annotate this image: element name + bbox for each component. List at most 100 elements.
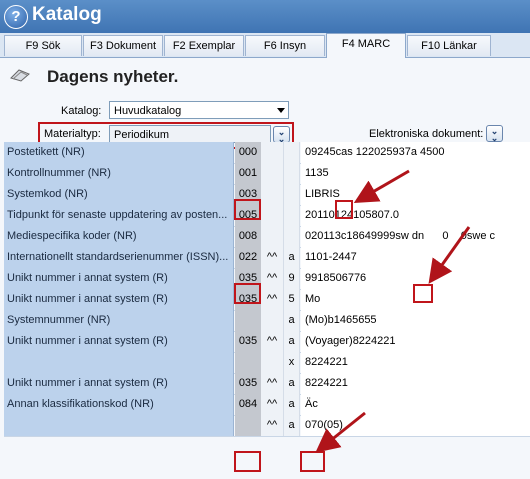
field-value-pre: 09245 — [305, 146, 336, 158]
field-indicator[interactable] — [261, 205, 284, 226]
field-tag[interactable]: 022 — [235, 247, 261, 268]
elektroniska-dropdown-button[interactable]: ⌄ ⌄ — [486, 125, 503, 143]
field-value-pre: 8224221 — [305, 377, 348, 389]
tag-084-highlight — [234, 451, 261, 472]
table-row[interactable]: Internationellt standardserienummer (ISS… — [4, 247, 530, 269]
field-value[interactable]: 8224221 — [301, 373, 530, 394]
field-indicator[interactable]: ^^ — [261, 394, 284, 415]
field-tag[interactable]: 008 — [235, 226, 261, 247]
table-row[interactable]: Unikt nummer i annat system (R) 035 ^^ a (Vo… — [4, 331, 530, 353]
field-subfield-code[interactable]: 9 — [284, 268, 300, 289]
field-subfield-code[interactable]: a — [284, 310, 300, 331]
table-row[interactable]: Annan klassifikationskod (NR) 084 ^^ a Äc — [4, 394, 530, 416]
field-value[interactable]: (Voyager)8224221 — [301, 331, 530, 352]
field-value-pre: (Mo)b1465655 — [305, 314, 377, 326]
materialtyp-dropdown-button[interactable]: ⌄ ⌄ — [273, 126, 290, 144]
field-name: Unikt nummer i annat system (R) — [4, 331, 234, 352]
field-subfield-code[interactable]: a — [284, 331, 300, 352]
field-name: Tidpunkt för senaste uppdatering av post… — [4, 205, 234, 226]
field-value-pre: 020113c18649999sw d — [305, 230, 418, 242]
field-tag[interactable]: 035 — [235, 331, 261, 352]
field-subfield-code[interactable] — [284, 142, 300, 163]
field-indicator[interactable] — [261, 163, 284, 184]
field-indicator[interactable]: ^^ — [261, 373, 284, 394]
field-value[interactable]: 1135 — [301, 163, 530, 184]
field-name: Mediespecifika koder (NR) — [4, 226, 234, 247]
field-value[interactable]: 020113c18649999sw dn 0 0swe c — [301, 226, 530, 247]
field-subfield-code[interactable]: a — [284, 394, 300, 415]
field-indicator[interactable] — [261, 310, 284, 331]
table-row[interactable]: Unikt nummer i annat system (R) 035 ^^ 9 991… — [4, 268, 530, 290]
field-name — [4, 415, 234, 436]
field-tag[interactable]: 035 — [235, 373, 261, 394]
field-subfield-code[interactable]: a — [284, 373, 300, 394]
help-icon[interactable]: ? — [4, 5, 28, 29]
table-row[interactable]: Systemnummer (NR) a (Mo)b1465655 — [4, 310, 530, 332]
field-subfield-code[interactable]: a — [284, 247, 300, 268]
table-row[interactable]: Systemkod (NR) 003 LIBRIS — [4, 184, 530, 206]
field-subfield-code[interactable] — [284, 226, 300, 247]
field-name: Unikt nummer i annat system (R) — [4, 289, 234, 310]
field-value-pre: 8224221 — [305, 356, 348, 368]
katalog-value: Huvudkatalog — [114, 105, 182, 117]
field-tag[interactable]: 084 — [235, 394, 261, 415]
field-value[interactable]: 8224221 — [301, 352, 530, 373]
field-value[interactable]: 070(05) — [301, 415, 530, 436]
tag-000-highlight — [234, 199, 261, 220]
title-bar: ? Katalog — [0, 0, 530, 33]
field-subfield-code[interactable] — [284, 184, 300, 205]
tab-marc[interactable]: F4 MARC — [326, 33, 406, 58]
tab-links[interactable]: F10 Länkar — [407, 35, 491, 56]
field-value-pre: (Voyager)8224221 — [305, 335, 396, 347]
field-indicator[interactable]: ^^ — [261, 415, 284, 436]
field-tag[interactable] — [235, 352, 261, 373]
field-value[interactable]: 09245cas 122025937a 4500 — [301, 142, 530, 163]
field-value-pre: Mo — [305, 293, 321, 305]
table-row[interactable]: Unikt nummer i annat system (R) 035 ^^ 5 Mo — [4, 289, 530, 311]
field-value[interactable]: 1101-2447 — [301, 247, 530, 268]
field-value-hl: Äc — [305, 398, 318, 410]
tab-exemplar[interactable]: F2 Exemplar — [164, 35, 244, 56]
tab-search[interactable]: F9 Sök — [4, 35, 82, 56]
elektroniska-label: Elektroniska dokument: — [369, 128, 484, 140]
field-value-pre: 9918506776 — [305, 272, 367, 284]
field-tag[interactable] — [235, 310, 261, 331]
field-value[interactable]: Äc — [301, 394, 530, 415]
tab-insyn[interactable]: F6 Insyn — [245, 35, 325, 56]
field-subfield-code[interactable]: a — [284, 415, 300, 436]
field-value-pre: 1101-2447 — [305, 251, 357, 263]
field-indicator[interactable] — [261, 226, 284, 247]
tab-document[interactable]: F3 Dokument — [83, 35, 163, 56]
field-indicator[interactable]: ^^ — [261, 331, 284, 352]
materialtyp-select[interactable]: Periodikum — [109, 125, 271, 143]
field-indicator[interactable] — [261, 184, 284, 205]
table-row[interactable]: ^^ a 070(05) — [4, 415, 530, 437]
field-name: Unikt nummer i annat system (R) — [4, 373, 234, 394]
table-row[interactable]: Unikt nummer i annat system (R) 035 ^^ a 822… — [4, 373, 530, 395]
table-row[interactable]: Kontrollnummer (NR) 001 1135 — [4, 163, 530, 185]
field-indicator[interactable] — [261, 352, 284, 373]
table-row[interactable]: Tidpunkt för senaste uppdatering av post… — [4, 205, 530, 227]
materialtyp-value: Periodikum — [114, 129, 170, 141]
field-name: Kontrollnummer (NR) — [4, 163, 234, 184]
field-value[interactable]: (Mo)b1465655 — [301, 310, 530, 331]
table-row[interactable]: x 8224221 — [4, 352, 530, 374]
table-row[interactable]: Mediespecifika koder (NR) 008 020113c18649… — [4, 226, 530, 248]
field-subfield-code[interactable]: x — [284, 352, 300, 373]
field-tag[interactable] — [235, 415, 261, 436]
field-indicator[interactable]: ^^ — [261, 268, 284, 289]
field-indicator[interactable]: ^^ — [261, 289, 284, 310]
field-value-pre: 1135 — [305, 167, 329, 179]
katalog-label: Katalog: — [61, 105, 102, 117]
field-value-hl: cas — [335, 146, 353, 158]
field-subfield-code[interactable]: 5 — [284, 289, 300, 310]
field-indicator[interactable]: ^^ — [261, 247, 284, 268]
field-tag[interactable]: 000 — [235, 142, 261, 163]
field-tag[interactable]: 001 — [235, 163, 261, 184]
tab-bar: F9 Sök F3 Dokument F2 Exemplar F6 Insyn … — [0, 33, 530, 58]
katalog-select[interactable]: Huvudkatalog — [109, 101, 289, 119]
field-subfield-code[interactable] — [284, 205, 300, 226]
table-row[interactable]: Postetikett (NR) 000 09245cas 122025937a 4… — [4, 142, 530, 164]
field-indicator[interactable] — [261, 142, 284, 163]
field-subfield-code[interactable] — [284, 163, 300, 184]
